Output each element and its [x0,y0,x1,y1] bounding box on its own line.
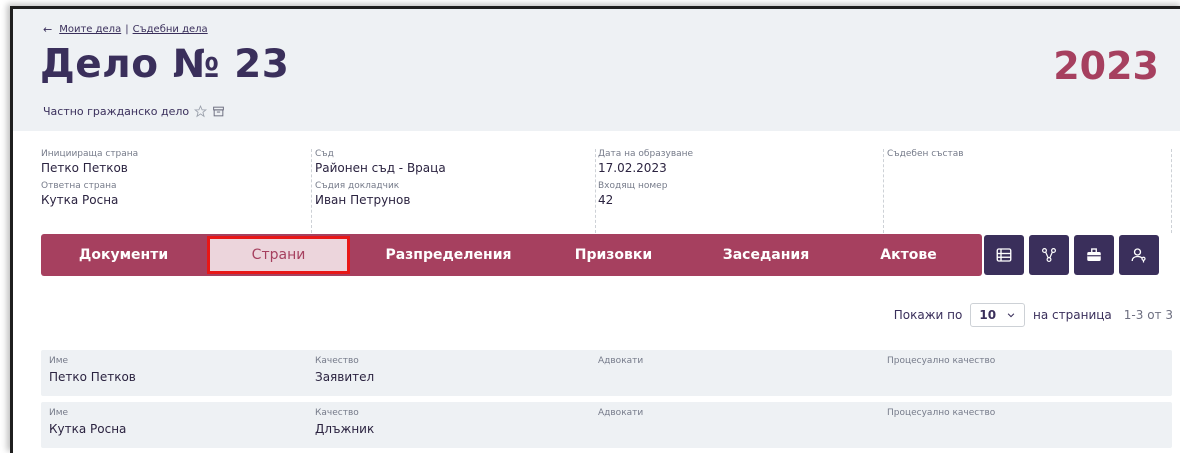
case-tabs: Документи Страни Разпределения Призовки … [41,234,982,276]
hierarchy-icon [1042,248,1056,262]
briefcase-icon [1087,248,1101,261]
cell-lawyers: Адвокати [598,408,643,422]
tab-summons[interactable]: Призовки [541,234,686,276]
list-icon [996,248,1012,262]
chevron-down-icon [1007,313,1015,318]
cell-quality-label: Качество [315,356,359,366]
case-subtitle-row: Частно гражданско дело [43,105,225,118]
per-page-label: на страница [1033,308,1112,322]
case-info-panel: Инициираща страна Петко Петков Ответна с… [13,131,1180,233]
tab-parties[interactable]: Страни [207,236,350,274]
breadcrumb-court-cases-link[interactable]: Съдебни дела [133,24,208,35]
case-type-label: Частно гражданско дело [43,105,190,118]
case-header: ← Моите дела | Съдебни дела Дело № 23 Ча… [13,9,1180,131]
info-col-dates: Дата на образуване 17.02.2023 Входящ ном… [598,149,884,233]
cell-procedural: Процесуално качество [887,356,995,370]
hierarchy-button[interactable] [1029,235,1069,275]
cell-quality-value: Заявител [315,370,375,384]
user-access-button[interactable] [1119,235,1159,275]
case-year: 2023 [1053,44,1159,88]
breadcrumb-my-cases-link[interactable]: Моите дела [59,24,121,35]
judge-value: Иван Петрунов [315,193,411,207]
court-value: Районен съд - Враца [315,161,446,175]
page-size-value: 10 [979,308,997,322]
archive-icon[interactable] [212,105,225,118]
cell-procedural: Процесуално качество [887,408,995,422]
cell-name-label: Име [49,408,69,418]
incoming-value: 42 [598,193,614,207]
page-title: Дело № 23 [40,42,290,87]
cell-quality: Качество Длъжник [315,408,374,436]
back-arrow-icon[interactable]: ← [43,23,52,36]
info-col-parties: Инициираща страна Петко Петков Ответна с… [41,149,312,233]
cell-quality: Качество Заявител [315,356,374,384]
table-row[interactable]: Име Петко Петков Качество Заявител Адвок… [41,350,1172,396]
cell-lawyers-label: Адвокати [598,356,644,366]
star-icon[interactable] [194,105,208,118]
cell-lawyers-label: Адвокати [598,408,644,418]
tab-documents[interactable]: Документи [41,234,206,276]
results-range: 1-3 от 3 [1123,308,1173,322]
cell-name-value: Кутка Росна [49,422,127,436]
court-label: Съд [315,149,334,159]
created-label: Дата на образуване [598,149,694,159]
judge-label: Съдия докладчик [315,181,400,191]
cell-name: Име Петко Петков [49,356,136,384]
user-key-icon [1131,248,1146,263]
info-col-panel: Съдебен състав [887,149,1172,233]
briefcase-button[interactable] [1074,235,1114,275]
initiating-party-value: Петко Петков [41,161,128,175]
panel-label: Съдебен състав [887,149,964,159]
info-col-court: Съд Районен съд - Враца Съдия докладчик … [315,149,596,233]
respondent-value: Кутка Росна [41,193,119,207]
incoming-label: Входящ номер [598,181,668,191]
cell-name-label: Име [49,356,69,366]
show-per-page-label: Покажи по [893,308,963,322]
app-window: ← Моите дела | Съдебни дела Дело № 23 Ча… [10,6,1180,453]
cell-procedural-label: Процесуално качество [887,408,996,418]
tab-hearings[interactable]: Заседания [686,234,846,276]
initiating-party-label: Инициираща страна [41,149,139,159]
breadcrumb: ← Моите дела | Съдебни дела [43,23,208,36]
page-size-select[interactable]: 10 [970,303,1026,327]
tab-acts[interactable]: Актове [846,234,971,276]
pagination-controls: Покажи по 10 на страница 1-3 от 3 [894,303,1173,327]
list-view-button[interactable] [984,235,1024,275]
cell-lawyers: Адвокати [598,356,643,370]
breadcrumb-separator: | [125,24,129,35]
respondent-label: Ответна страна [41,181,117,191]
cell-quality-label: Качество [315,408,359,418]
table-row[interactable]: Име Кутка Росна Качество Длъжник Адвокат… [41,402,1172,448]
cell-procedural-label: Процесуално качество [887,356,996,366]
tab-distributions[interactable]: Разпределения [356,234,541,276]
created-value: 17.02.2023 [598,161,667,175]
cell-name: Име Кутка Росна [49,408,126,436]
cell-name-value: Петко Петков [49,370,136,384]
cell-quality-value: Длъжник [315,422,375,436]
